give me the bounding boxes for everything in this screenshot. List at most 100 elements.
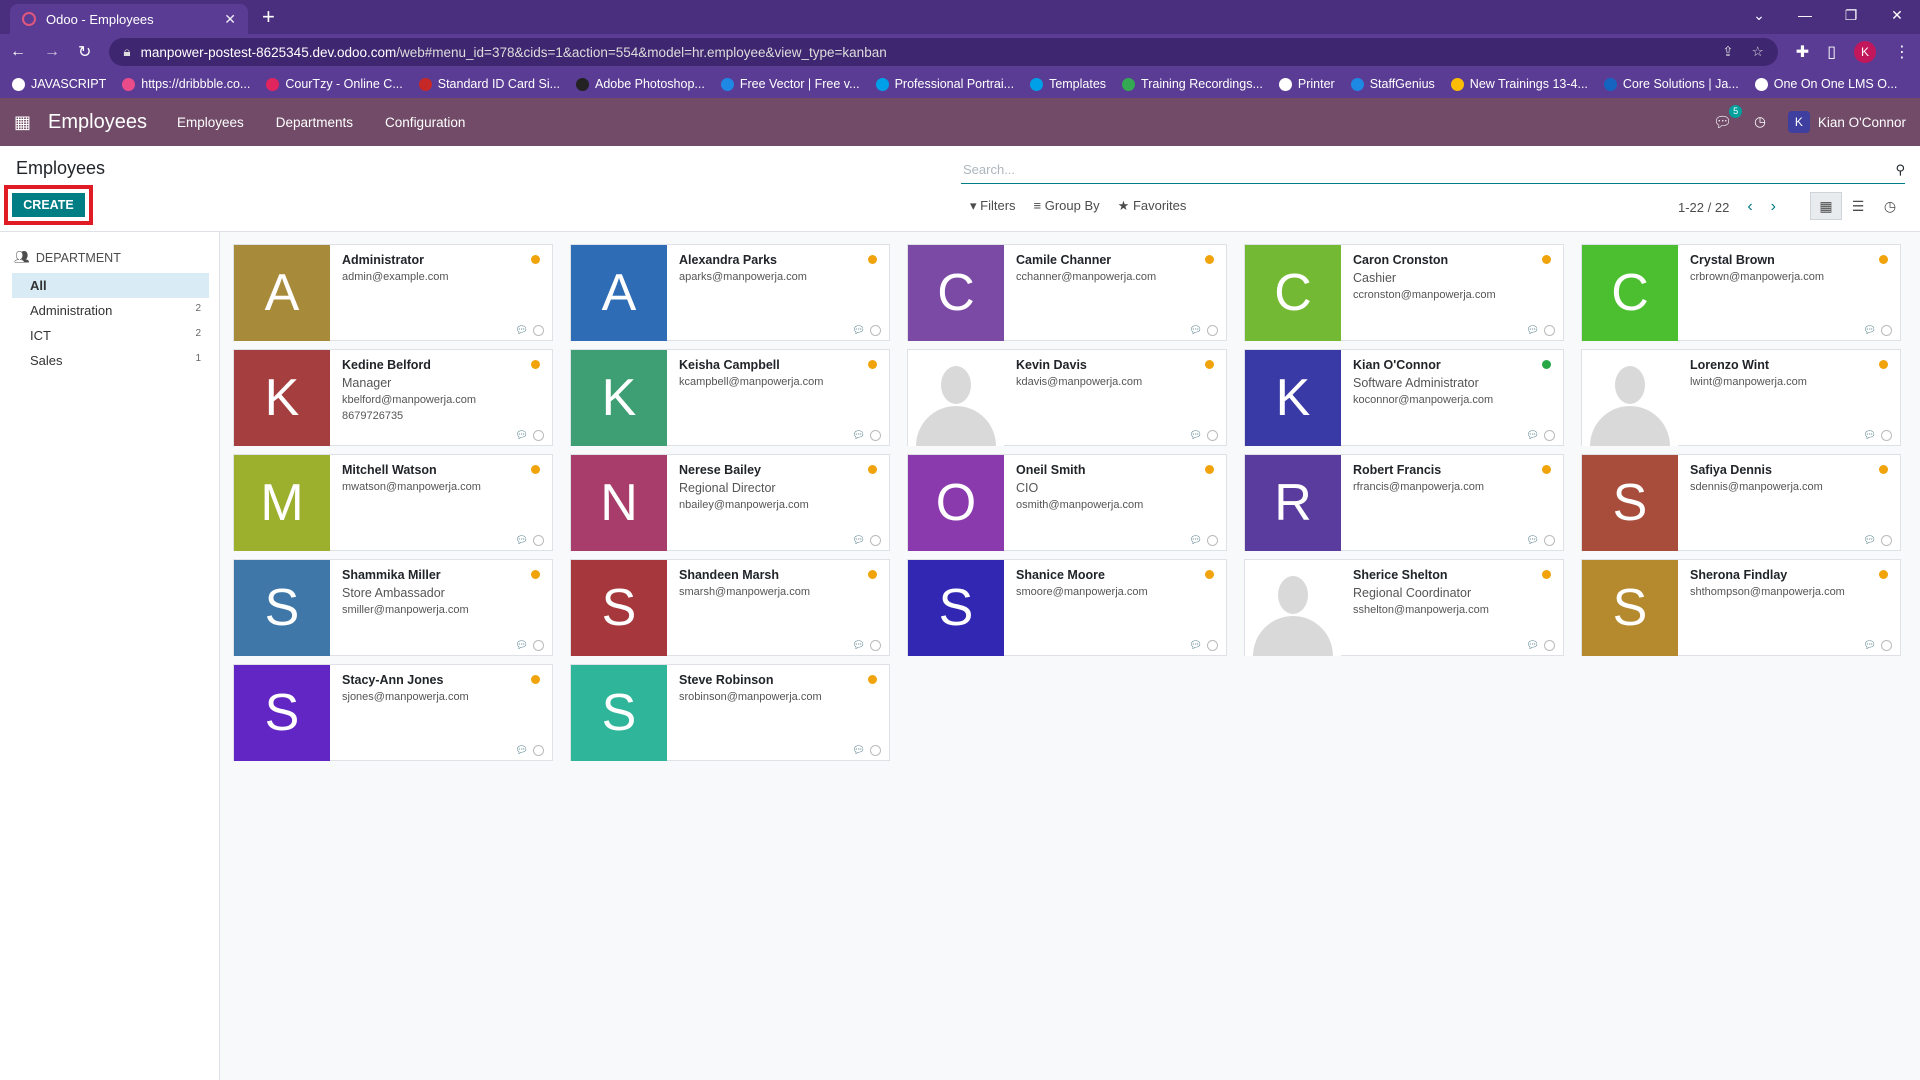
- activity-clock-icon[interactable]: [1881, 535, 1892, 546]
- side-panel-icon[interactable]: ▯: [1827, 42, 1836, 62]
- activity-clock-icon[interactable]: [1207, 640, 1218, 651]
- employee-card[interactable]: K Kedine Belford Manager kbelford@manpowerj…: [233, 349, 553, 446]
- department-item[interactable]: All: [12, 273, 209, 298]
- reload-icon[interactable]: ↻: [78, 42, 91, 62]
- activity-clock-icon[interactable]: [870, 640, 881, 651]
- activity-clock-icon[interactable]: [1207, 430, 1218, 441]
- employee-card[interactable]: S Safiya Dennis sdennis@manpowerja.com 💬︎: [1581, 454, 1901, 551]
- restore-icon[interactable]: ❐: [1828, 0, 1874, 30]
- bookmark-item[interactable]: New Trainings 13-4...: [1450, 77, 1588, 91]
- employee-card[interactable]: S Stacy-Ann Jones sjones@manpowerja.com 💬︎: [233, 664, 553, 761]
- bookmark-item[interactable]: Adobe Photoshop...: [576, 77, 705, 91]
- profile-avatar[interactable]: K: [1854, 41, 1876, 63]
- chat-icon[interactable]: 💬︎: [515, 430, 528, 441]
- chat-icon[interactable]: 💬︎: [1189, 640, 1202, 651]
- activity-clock-icon[interactable]: [533, 325, 544, 336]
- back-icon[interactable]: ←: [10, 43, 26, 61]
- employee-card[interactable]: C Crystal Brown crbrown@manpowerja.com 💬︎: [1581, 244, 1901, 341]
- menu-employees[interactable]: Employees: [177, 115, 244, 130]
- employee-card[interactable]: Kevin Davis kdavis@manpowerja.com 💬︎: [907, 349, 1227, 446]
- chat-icon[interactable]: 💬︎: [852, 325, 865, 336]
- filters-button[interactable]: ▾ Filters: [970, 198, 1016, 214]
- bookmark-item[interactable]: One On One LMS O...: [1754, 77, 1897, 91]
- bookmark-item[interactable]: Printer: [1278, 77, 1335, 91]
- bookmark-item[interactable]: https://dribbble.co...: [122, 77, 250, 91]
- close-tab-icon[interactable]: ✕: [224, 11, 236, 28]
- employee-card[interactable]: Sherice Shelton Regional Coordinator sshel…: [1244, 559, 1564, 656]
- bookmark-item[interactable]: CourTzy - Online C...: [266, 77, 403, 91]
- employee-card[interactable]: C Camile Channer cchanner@manpowerja.com 💬︎: [907, 244, 1227, 341]
- bookmark-item[interactable]: Standard ID Card Si...: [418, 77, 560, 91]
- extensions-icon[interactable]: ✚: [1796, 42, 1809, 62]
- activity-clock-icon[interactable]: [533, 535, 544, 546]
- chat-icon[interactable]: 💬︎: [1189, 325, 1202, 336]
- activity-clock-icon[interactable]: [533, 640, 544, 651]
- browser-menu-icon[interactable]: ⋮: [1894, 42, 1910, 62]
- search-input[interactable]: Search... ⚲: [961, 156, 1905, 184]
- chat-icon[interactable]: 💬︎: [1526, 535, 1539, 546]
- activity-clock-icon[interactable]: [1207, 535, 1218, 546]
- bookmark-item[interactable]: JAVASCRIPT: [12, 77, 106, 91]
- bookmark-star-icon[interactable]: ☆: [1752, 44, 1764, 60]
- bookmark-item[interactable]: Templates: [1030, 77, 1106, 91]
- employee-card[interactable]: A Administrator admin@example.com 💬︎: [233, 244, 553, 341]
- kanban-view-icon[interactable]: ▦: [1810, 192, 1842, 220]
- share-icon[interactable]: ⇪: [1722, 44, 1733, 60]
- messaging-icon[interactable]: 💬︎ 5: [1713, 105, 1743, 131]
- chat-icon[interactable]: 💬︎: [1863, 430, 1876, 441]
- chat-icon[interactable]: 💬︎: [1863, 535, 1876, 546]
- employee-card[interactable]: S Steve Robinson srobinson@manpowerja.com 💬…: [570, 664, 890, 761]
- employee-card[interactable]: S Sherona Findlay shthompson@manpowerja.co…: [1581, 559, 1901, 656]
- pager-previous-icon[interactable]: ‹: [1747, 198, 1752, 216]
- employee-card[interactable]: S Shandeen Marsh smarsh@manpowerja.com 💬︎: [570, 559, 890, 656]
- activity-clock-icon[interactable]: [1881, 325, 1892, 336]
- bookmark-item[interactable]: Training Recordings...: [1122, 77, 1263, 91]
- activity-clock-icon[interactable]: [870, 535, 881, 546]
- pager-next-icon[interactable]: ›: [1771, 198, 1776, 216]
- activity-clock-icon[interactable]: [870, 430, 881, 441]
- employee-card[interactable]: K Keisha Campbell kcampbell@manpowerja.com…: [570, 349, 890, 446]
- chat-icon[interactable]: 💬︎: [515, 535, 528, 546]
- department-item[interactable]: Administration 2: [12, 298, 209, 323]
- minimize-icon[interactable]: —: [1782, 0, 1828, 30]
- list-view-icon[interactable]: ☰: [1842, 192, 1874, 220]
- employee-card[interactable]: Lorenzo Wint lwint@manpowerja.com 💬︎: [1581, 349, 1901, 446]
- app-name[interactable]: Employees: [48, 111, 147, 134]
- tab-search-icon[interactable]: ⌄: [1736, 0, 1782, 30]
- activity-clock-icon[interactable]: [1881, 640, 1892, 651]
- bookmark-item[interactable]: Free Vector | Free v...: [720, 77, 860, 91]
- apps-menu-icon[interactable]: ▦: [14, 112, 31, 133]
- chat-icon[interactable]: 💬︎: [1189, 535, 1202, 546]
- chat-icon[interactable]: 💬︎: [515, 325, 528, 336]
- menu-departments[interactable]: Departments: [276, 115, 353, 130]
- employee-card[interactable]: S Shammika Miller Store Ambassador smiller@…: [233, 559, 553, 656]
- employee-card[interactable]: C Caron Cronston Cashier ccronston@manpower…: [1244, 244, 1564, 341]
- chat-icon[interactable]: 💬︎: [1526, 325, 1539, 336]
- chat-icon[interactable]: 💬︎: [1863, 325, 1876, 336]
- department-item[interactable]: ICT 2: [12, 323, 209, 348]
- activity-clock-icon[interactable]: [1207, 325, 1218, 336]
- chat-icon[interactable]: 💬︎: [1189, 430, 1202, 441]
- chat-icon[interactable]: 💬︎: [515, 745, 528, 756]
- pager-value[interactable]: 1-22 / 22: [1678, 200, 1729, 215]
- chat-icon[interactable]: 💬︎: [852, 535, 865, 546]
- activity-clock-icon[interactable]: [1881, 430, 1892, 441]
- bookmark-item[interactable]: StaffGenius: [1350, 77, 1435, 91]
- activity-view-icon[interactable]: ◷: [1874, 192, 1906, 220]
- activity-clock-icon[interactable]: [533, 430, 544, 441]
- search-icon[interactable]: ⚲: [1895, 162, 1905, 178]
- chat-icon[interactable]: 💬︎: [1526, 640, 1539, 651]
- employee-card[interactable]: N Nerese Bailey Regional Director nbailey@m…: [570, 454, 890, 551]
- employee-card[interactable]: K Kian O'Connor Software Administrator koco…: [1244, 349, 1564, 446]
- activity-clock-icon[interactable]: [1544, 535, 1555, 546]
- chat-icon[interactable]: 💬︎: [1863, 640, 1876, 651]
- activity-clock-icon[interactable]: ◷: [1754, 114, 1766, 130]
- create-button[interactable]: CREATE: [12, 193, 85, 217]
- employee-card[interactable]: M Mitchell Watson mwatson@manpowerja.com 💬︎: [233, 454, 553, 551]
- chat-icon[interactable]: 💬︎: [852, 640, 865, 651]
- url-field[interactable]: 🔒︎ manpower-postest-8625345.dev.odoo.com…: [109, 38, 1778, 66]
- browser-tab[interactable]: Odoo - Employees ✕: [10, 4, 248, 34]
- bookmark-item[interactable]: Core Solutions | Ja...: [1603, 77, 1739, 91]
- chat-icon[interactable]: 💬︎: [1526, 430, 1539, 441]
- favorites-button[interactable]: ★ Favorites: [1118, 198, 1187, 214]
